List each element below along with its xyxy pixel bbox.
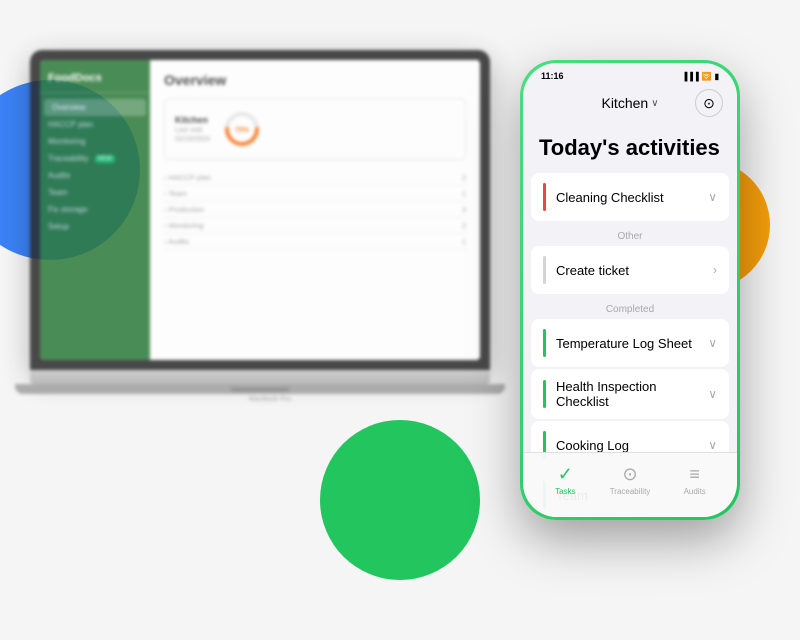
link-haccp[interactable]: › HACCP plan 2 (164, 170, 466, 186)
decorative-circle-green (320, 420, 480, 580)
sidebar-setup-label: Setup (48, 222, 69, 231)
temp-log-color-bar (543, 329, 546, 357)
activities-title: Today's activities (523, 125, 737, 173)
status-bar: 11:16 ▐▐▐ 🛜 ▮ (523, 63, 737, 85)
traceability-tab-label: Traceability (610, 487, 651, 496)
ticket-label: Create ticket (556, 263, 713, 278)
list-item-cleaning[interactable]: Cleaning Checklist ∨ (531, 173, 729, 221)
link-audits-value: 1 (462, 237, 466, 246)
phone-outer-shell: 11:16 ▐▐▐ 🛜 ▮ Kitchen ∨ ⊙ (520, 60, 740, 520)
laptop-sidebar: FoodDocs Overview HACCP plan Monitoring … (40, 60, 150, 360)
sidebar-traceability-label: Traceability (48, 154, 89, 163)
tasks-tab-label: Tasks (555, 487, 575, 496)
cleaning-label: Cleaning Checklist (556, 190, 708, 205)
health-inspection-chevron-icon: ∨ (708, 387, 717, 401)
card-last-visit-value: 02/10/2024 (175, 136, 210, 143)
traceability-badge: NEW (95, 155, 115, 163)
laptop-screen: FoodDocs Overview HACCP plan Monitoring … (30, 50, 490, 370)
link-audits[interactable]: › Audits 1 (164, 234, 466, 250)
card-text: Kitchen Last visit 02/10/2024 (175, 115, 210, 143)
battery-icon: ▮ (715, 72, 719, 81)
link-production-label: › Production (164, 205, 204, 214)
sidebar-team-label: Team (48, 188, 68, 197)
macbook-label: MacBook Pro (30, 396, 510, 403)
tab-bar: ✓ Tasks ⊙ Traceability ≡ Audits (523, 452, 737, 517)
section-label-other: Other (523, 223, 737, 246)
sidebar-audits-label: Audits (48, 171, 70, 180)
cleaning-color-bar (543, 183, 546, 211)
sidebar-item-traceability[interactable]: Traceability NEW (40, 150, 150, 167)
card-heading: Kitchen (175, 115, 210, 125)
phone-screen: 11:16 ▐▐▐ 🛜 ▮ Kitchen ∨ ⊙ (523, 63, 737, 517)
health-inspection-label: Health Inspection Checklist (556, 379, 708, 409)
sidebar-item-audits[interactable]: Audits (40, 167, 150, 184)
link-monitoring-label: › Monitoring (164, 221, 204, 230)
link-monitoring-value: 2 (462, 221, 466, 230)
sidebar-fix-label: Fix storage (48, 205, 88, 214)
sidebar-haccp-label: HACCP plan (48, 120, 93, 129)
link-audits-label: › Audits (164, 237, 189, 246)
sidebar-item-fix-storage[interactable]: Fix storage (40, 201, 150, 218)
laptop-main-content: Overview Kitchen Last visit 02/10/2024 7… (150, 60, 480, 360)
link-production-value: 3 (462, 205, 466, 214)
ticket-chevron-icon: › (713, 263, 717, 277)
sidebar-item-setup[interactable]: Setup (40, 218, 150, 235)
link-team-label: › Team (164, 189, 187, 198)
svg-text:75%: 75% (235, 127, 250, 134)
overview-title: Overview (164, 72, 466, 88)
temp-log-label: Temperature Log Sheet (556, 336, 708, 351)
cleaning-chevron-icon: ∨ (708, 190, 717, 204)
tab-audits[interactable]: ≡ Audits (662, 464, 727, 496)
phone-location-label: Kitchen (601, 95, 648, 111)
wifi-icon: 🛜 (702, 72, 712, 81)
overview-card: Kitchen Last visit 02/10/2024 75% (164, 98, 466, 160)
tab-tasks[interactable]: ✓ Tasks (533, 464, 598, 496)
laptop-container: FoodDocs Overview HACCP plan Monitoring … (30, 50, 510, 470)
link-team[interactable]: › Team 1 (164, 186, 466, 202)
cooking-log-label: Cooking Log (556, 438, 708, 453)
audits-tab-label: Audits (684, 487, 706, 496)
cooking-log-chevron-icon: ∨ (708, 438, 717, 452)
list-item-health-inspection[interactable]: Health Inspection Checklist ∨ (531, 369, 729, 419)
phone-location-title[interactable]: Kitchen ∨ (601, 95, 658, 111)
link-team-value: 1 (462, 189, 466, 198)
sidebar-logo: FoodDocs (40, 68, 150, 93)
status-time: 11:16 (541, 71, 564, 81)
traceability-tab-icon: ⊙ (622, 464, 637, 485)
link-haccp-label: › HACCP plan (164, 173, 211, 182)
sidebar-item-monitoring[interactable]: Monitoring (40, 133, 150, 150)
section-label-completed: Completed (523, 296, 737, 319)
sidebar-item-overview[interactable]: Overview (44, 99, 146, 116)
tasks-tab-icon: ✓ (558, 464, 573, 485)
health-inspection-color-bar (543, 380, 546, 408)
link-haccp-value: 2 (462, 173, 466, 182)
sidebar-item-team[interactable]: Team (40, 184, 150, 201)
avatar-icon: ⊙ (703, 95, 715, 112)
card-last-visit-label: Last visit (175, 127, 210, 134)
overview-links: › HACCP plan 2 › Team 1 › Production 3 ›… (164, 170, 466, 250)
sidebar-monitoring-label: Monitoring (48, 137, 85, 146)
list-item-temperature-log[interactable]: Temperature Log Sheet ∨ (531, 319, 729, 367)
laptop-notch (230, 387, 290, 392)
laptop-bottom (15, 384, 505, 394)
phone-container: 11:16 ▐▐▐ 🛜 ▮ Kitchen ∨ ⊙ (520, 60, 740, 520)
sidebar-item-haccp[interactable]: HACCP plan (40, 116, 150, 133)
sidebar-overview-label: Overview (52, 103, 85, 112)
link-monitoring[interactable]: › Monitoring 2 (164, 218, 466, 234)
signal-icon: ▐▐▐ (682, 72, 699, 81)
progress-donut: 75% (222, 109, 262, 149)
laptop-screen-inner: FoodDocs Overview HACCP plan Monitoring … (40, 60, 480, 360)
ticket-color-bar (543, 256, 546, 284)
temp-log-chevron-icon: ∨ (708, 336, 717, 350)
phone-header: Kitchen ∨ ⊙ (523, 85, 737, 125)
link-production[interactable]: › Production 3 (164, 202, 466, 218)
list-item-create-ticket[interactable]: Create ticket › (531, 246, 729, 294)
avatar[interactable]: ⊙ (695, 89, 723, 117)
status-icons: ▐▐▐ 🛜 ▮ (682, 72, 719, 81)
location-chevron-icon: ∨ (651, 98, 658, 109)
tab-traceability[interactable]: ⊙ Traceability (598, 464, 663, 496)
laptop-base (30, 370, 490, 384)
audits-tab-icon: ≡ (689, 464, 700, 485)
